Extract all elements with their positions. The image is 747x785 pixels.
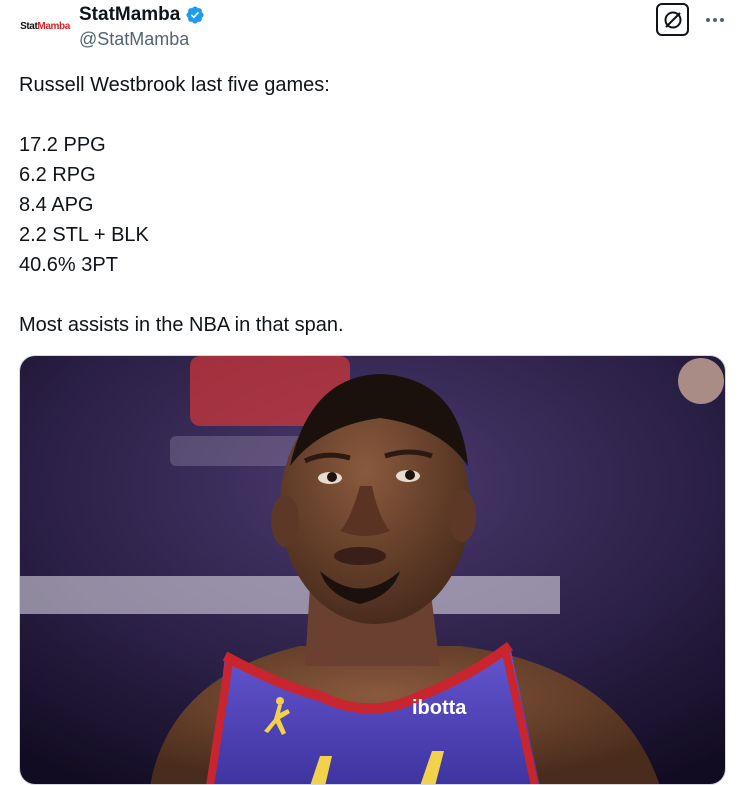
grok-icon bbox=[664, 11, 681, 28]
avatar[interactable]: Stat Mamba bbox=[19, 6, 71, 46]
avatar-logo-text-dark: Stat bbox=[20, 20, 38, 32]
jersey-sponsor-text: ibotta bbox=[412, 697, 467, 719]
tweet-line: 40.6% 3PT bbox=[19, 254, 118, 276]
tweet-line: 2.2 STL + BLK bbox=[19, 224, 149, 246]
tweet-line: 8.4 APG bbox=[19, 194, 94, 216]
tweet-line: 17.2 PPG bbox=[19, 134, 106, 156]
tweet-line: Russell Westbrook last five games: bbox=[19, 74, 330, 96]
account-handle[interactable]: @StatMamba bbox=[79, 29, 189, 50]
account-name-row: StatMamba bbox=[79, 4, 205, 26]
tweet-text: Russell Westbrook last five games: 17.2 … bbox=[19, 70, 719, 340]
verified-badge-icon bbox=[185, 5, 205, 25]
display-name[interactable]: StatMamba bbox=[79, 4, 180, 26]
more-button[interactable] bbox=[704, 9, 726, 31]
tweet-media-photo[interactable]: ibotta bbox=[19, 355, 726, 785]
more-icon bbox=[706, 18, 724, 22]
avatar-logo-text-red: Mamba bbox=[37, 20, 70, 32]
tweet-line: Most assists in the NBA in that span. bbox=[19, 314, 344, 336]
grok-button[interactable] bbox=[656, 3, 689, 36]
tweet-line: 6.2 RPG bbox=[19, 164, 96, 186]
